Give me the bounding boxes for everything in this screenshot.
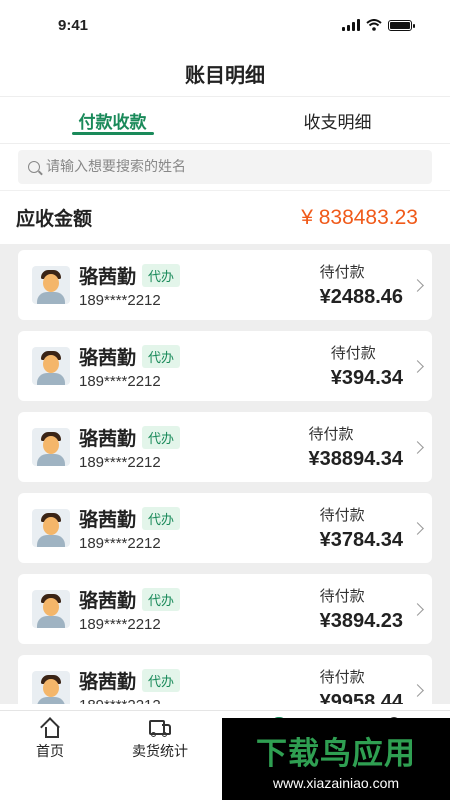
name-row: 骆茜勤 代办 [79,343,331,370]
avatar [32,671,70,704]
record-phone: 189****2212 [79,615,161,633]
payment-status: 待付款 [330,344,376,362]
receivable-summary: 应收金额 ¥ 838483.23 [0,190,450,244]
record-name: 骆茜勤 [79,670,137,693]
payment-status: 待付款 [319,668,365,686]
record-card[interactable]: 骆茜勤 代办 189****2212 待付款 ¥38894.34 [18,412,432,482]
tab-payments[interactable]: 付款收款 [0,97,225,143]
record-amount: ¥2488.46 [319,286,403,308]
record-card[interactable]: 骆茜勤 代办 189****2212 待付款 ¥394.34 [18,331,432,401]
record-info: 骆茜勤代办 189****2212 [79,505,320,552]
avatar [32,347,70,385]
payment-status: 待付款 [319,263,365,281]
record-info: 骆茜勤代办 189****2212 [79,586,320,633]
chevron-right-icon [411,440,424,454]
watermark-logo: 下载鸟应用 www.xiazainiao.com [222,718,450,800]
payment-status: 待付款 [319,587,365,605]
chevron-right-icon [411,278,424,292]
record-card[interactable]: 骆茜勤 代办 189****2212 待付款 ¥3894.23 [18,574,432,644]
tab-income-expense[interactable]: 收支明细 [225,97,450,143]
chevron-right-icon [411,521,424,535]
amount-column: 待付款 ¥3784.34 [320,504,403,552]
avatar [32,428,70,466]
record-phone: 189****2212 [79,534,161,552]
record-phone: 189****2212 [79,453,161,471]
receivable-label: 应收金额 [16,208,93,230]
record-amount: ¥38894.34 [308,448,403,470]
name-row: 骆茜勤 代办 [79,586,320,613]
record-card[interactable]: 骆茜勤 代办 189****2212 待付款 ¥2488.46 [18,250,432,320]
record-name: 骆茜勤 [79,589,137,612]
avatar [32,266,70,304]
avatar [32,590,70,628]
record-amount: ¥3784.34 [319,529,403,551]
truck-icon [149,719,171,737]
nav-sales-stats[interactable]: 卖货统计 [100,711,220,800]
page-title: 账目明细 [185,62,265,87]
wifi-icon [366,19,382,31]
agent-badge: 代办 [142,506,181,530]
avatar [32,509,70,547]
search-icon [28,161,40,173]
signal-icon [342,19,360,31]
status-bar: 9:41 [0,0,450,50]
name-row: 骆茜勤 代办 [79,667,320,694]
agent-badge: 代办 [142,587,181,611]
watermark-title: 下载鸟应用 [256,735,416,772]
record-name: 骆茜勤 [79,346,137,369]
home-icon [41,719,59,738]
agent-badge: 代办 [142,263,181,287]
nav-sales-stats-label: 卖货统计 [132,744,188,760]
record-info: 骆茜勤代办 189****2212 [79,343,331,390]
record-info: 骆茜勤代办 189****2212 [79,424,308,471]
battery-icon [388,19,415,31]
tab-bar: 付款收款 收支明细 [0,96,450,144]
record-phone: 189****2212 [79,372,161,390]
nav-home-label: 首页 [36,744,64,760]
payment-status: 待付款 [308,425,354,443]
record-card[interactable]: 骆茜勤 代办 189****2212 待付款 ¥3784.34 [18,493,432,563]
name-row: 骆茜勤 代办 [79,262,320,289]
record-name: 骆茜勤 [79,427,137,450]
record-name: 骆茜勤 [79,265,137,288]
receivable-amount: ¥ 838483.23 [301,205,418,229]
record-amount: ¥3894.23 [319,610,403,632]
amount-column: 待付款 ¥9958.44 [320,666,403,704]
search-container [0,144,450,190]
payment-status: 待付款 [319,506,365,524]
agent-badge: 代办 [142,344,181,368]
name-row: 骆茜勤 代办 [79,424,308,451]
record-name: 骆茜勤 [79,508,137,531]
amount-column: 待付款 ¥3894.23 [320,585,403,633]
status-time: 9:41 [58,16,89,34]
agent-badge: 代办 [142,425,181,449]
amount-column: 待付款 ¥38894.34 [308,423,403,471]
record-amount: ¥9958.44 [319,691,403,704]
record-info: 骆茜勤代办 189****2212 [79,262,320,309]
chevron-right-icon [411,602,424,616]
chevron-right-icon [411,359,424,373]
amount-column: 待付款 ¥394.34 [331,342,403,390]
status-icons [342,19,415,31]
search-input[interactable] [46,159,422,175]
record-phone: 189****2212 [79,291,161,309]
record-card[interactable]: 骆茜勤代办 189****2212 待付款 ¥9958.44 [18,655,432,704]
agent-badge: 代办 [142,668,181,692]
watermark-url: www.xiazainiao.com [272,774,400,791]
nav-home[interactable]: 首页 [0,711,100,800]
record-info: 骆茜勤代办 189****2212 [79,667,320,705]
amount-column: 待付款 ¥2488.46 [320,261,403,309]
name-row: 骆茜勤 代办 [79,505,320,532]
record-amount: ¥394.34 [330,367,403,389]
record-list: 骆茜勤 代办 189****2212 待付款 ¥2488.46 骆茜勤 代办 189****2… [0,244,450,704]
chevron-right-icon [411,683,424,697]
search-bar [18,150,432,184]
record-phone: 189****2212 [79,697,320,705]
